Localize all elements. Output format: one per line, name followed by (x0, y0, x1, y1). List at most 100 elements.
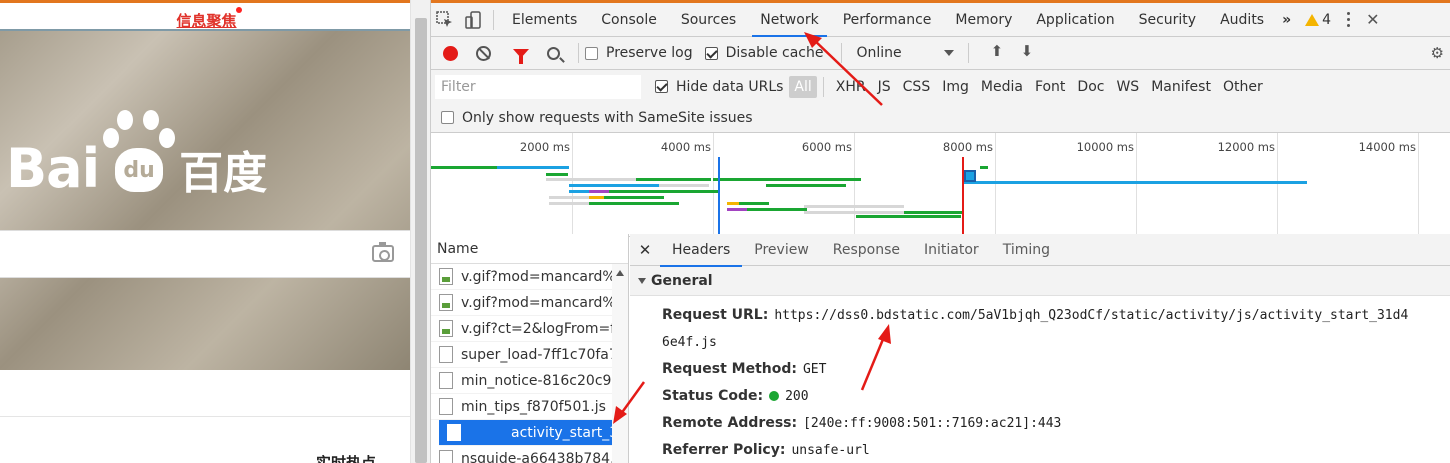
general-section-header[interactable]: General (630, 266, 1450, 296)
disable-cache-box[interactable] (704, 46, 718, 60)
filter-type-img[interactable]: Img (936, 77, 975, 97)
clear-icon[interactable] (476, 45, 491, 61)
separator (578, 43, 579, 63)
network-overview-timeline[interactable]: 2000 ms 4000 ms 6000 ms 8000 ms 10000 ms… (431, 133, 1450, 237)
network-settings-icon[interactable]: ⚙ (1431, 44, 1444, 62)
request-detail-panel: ✕ Headers Preview Response Initiator Tim… (630, 234, 1450, 463)
close-devtools-icon[interactable]: ✕ (1366, 10, 1379, 29)
filter-type-media[interactable]: Media (975, 77, 1029, 97)
separator (493, 9, 494, 30)
hot-title: 实时热点 (316, 454, 377, 463)
nav-link-0[interactable]: 信息聚焦 (177, 7, 242, 31)
nav-link-news[interactable]: 新闻 (259, 10, 289, 31)
request-row[interactable]: min_tips_f870f501.js (431, 394, 628, 420)
filter-type-xhr[interactable]: XHR (830, 77, 872, 97)
preserve-log-box[interactable] (585, 46, 598, 60)
page-scrollbar[interactable] (410, 0, 430, 463)
remote-address-row: Remote Address: [240e:ff:9008:501::7169:a… (630, 410, 1450, 437)
more-tabs-button[interactable]: » (1276, 3, 1297, 37)
tl-gridline (1418, 133, 1419, 237)
inspect-element-icon[interactable] (431, 5, 459, 35)
tab-response[interactable]: Response (821, 234, 912, 266)
page-preview: 信息聚焦 新闻 hao123 地 Bai du 百度 实时热点 (0, 0, 410, 463)
filter-input[interactable]: Filter (435, 74, 641, 99)
import-har-icon[interactable] (991, 42, 1005, 61)
filter-type-other[interactable]: Other (1217, 77, 1269, 97)
camera-icon[interactable] (372, 242, 394, 262)
samesite-checkbox[interactable]: Only show requests with SameSite issues (441, 110, 753, 126)
export-har-icon[interactable] (1021, 42, 1035, 61)
request-row[interactable]: v.gif?ct=2&logFrom=f... (431, 316, 628, 342)
preserve-log-checkbox[interactable]: Preserve log (585, 45, 693, 61)
separator (967, 43, 969, 63)
tab-sources[interactable]: Sources (669, 3, 748, 37)
record-icon[interactable] (443, 45, 458, 61)
hide-data-urls-box[interactable] (655, 80, 668, 93)
request-row[interactable]: super_load-7ff1c70fa7... (431, 342, 628, 368)
tab-performance[interactable]: Performance (831, 3, 944, 37)
filter-type-all[interactable]: All (789, 75, 817, 98)
more-options-icon[interactable] (1347, 12, 1351, 27)
warning-icon (1305, 13, 1320, 26)
hide-data-urls-checkbox[interactable]: Hide data URLs (655, 79, 783, 95)
separator (822, 76, 824, 97)
logo-text-du: du (115, 148, 164, 192)
samesite-box[interactable] (441, 111, 454, 124)
tl-bar (856, 215, 961, 218)
document-file-icon (439, 346, 453, 363)
tl-bar (804, 211, 904, 214)
request-name: activity_start_31d46e4f.js (511, 424, 628, 441)
tab-timing[interactable]: Timing (991, 234, 1062, 266)
filter-icon[interactable] (513, 48, 529, 64)
tab-headers[interactable]: Headers (660, 234, 743, 267)
disable-cache-checkbox[interactable]: Disable cache (704, 45, 823, 61)
baidu-logo: Bai du 百度 (6, 110, 267, 196)
nav-link-map[interactable]: 地 (395, 10, 410, 31)
network-toolbar: Preserve log Disable cache Online (431, 37, 1450, 70)
tl-bar (497, 166, 569, 169)
devtools-tabbar: Elements Console Sources Network Perform… (431, 0, 1450, 37)
tl-label: 8000 ms (942, 140, 993, 154)
filter-type-doc[interactable]: Doc (1071, 77, 1110, 97)
tab-initiator[interactable]: Initiator (912, 234, 991, 266)
filter-type-ws[interactable]: WS (1110, 77, 1145, 97)
search-icon[interactable] (547, 46, 560, 60)
nav-link-hao123[interactable]: hao123 (311, 10, 373, 31)
name-column-header[interactable]: Name (431, 234, 628, 264)
tab-preview[interactable]: Preview (742, 234, 821, 266)
close-detail-icon[interactable]: ✕ (630, 241, 660, 259)
tl-bar (766, 184, 846, 187)
tab-security[interactable]: Security (1127, 3, 1209, 37)
document-file-icon (439, 450, 453, 463)
device-toolbar-icon[interactable] (459, 5, 487, 35)
request-row[interactable]: v.gif?mod=mancard%... (431, 264, 628, 290)
filter-type-font[interactable]: Font (1029, 77, 1071, 97)
tl-bar (569, 184, 659, 187)
samesite-label: Only show requests with SameSite issues (462, 109, 753, 126)
request-row[interactable]: activity_start_31d46e4f.js (439, 420, 628, 446)
request-row[interactable]: v.gif?mod=mancard%... (431, 290, 628, 316)
scroll-up-icon[interactable] (616, 270, 624, 276)
filter-type-js[interactable]: JS (872, 77, 897, 97)
filter-type-manifest[interactable]: Manifest (1145, 77, 1217, 97)
requests-scrollbar[interactable] (612, 264, 628, 463)
page-background (0, 30, 410, 370)
filter-type-css[interactable]: CSS (897, 77, 937, 97)
tl-bar (589, 190, 609, 193)
warnings-badge[interactable]: 4 (1305, 12, 1331, 28)
request-row[interactable]: min_notice-816c20c94... (431, 368, 628, 394)
tl-gridline (995, 133, 996, 237)
tab-application[interactable]: Application (1024, 3, 1126, 37)
tab-console[interactable]: Console (589, 3, 669, 37)
page-scrollbar-thumb[interactable] (415, 18, 427, 463)
throttle-select[interactable]: Online (856, 45, 954, 61)
tab-elements[interactable]: Elements (500, 3, 589, 37)
tab-audits[interactable]: Audits (1208, 3, 1276, 37)
request-url-label: Request URL: (662, 307, 769, 323)
search-input[interactable] (0, 230, 410, 278)
tab-memory[interactable]: Memory (943, 3, 1024, 37)
request-name: min_tips_f870f501.js (461, 398, 606, 415)
requests-area: Name v.gif?mod=mancard%... v.gif?mod=manc… (431, 234, 1450, 463)
tab-network[interactable]: Network (748, 3, 830, 37)
request-row[interactable]: nsguide-a66438b784.c... (431, 446, 628, 463)
